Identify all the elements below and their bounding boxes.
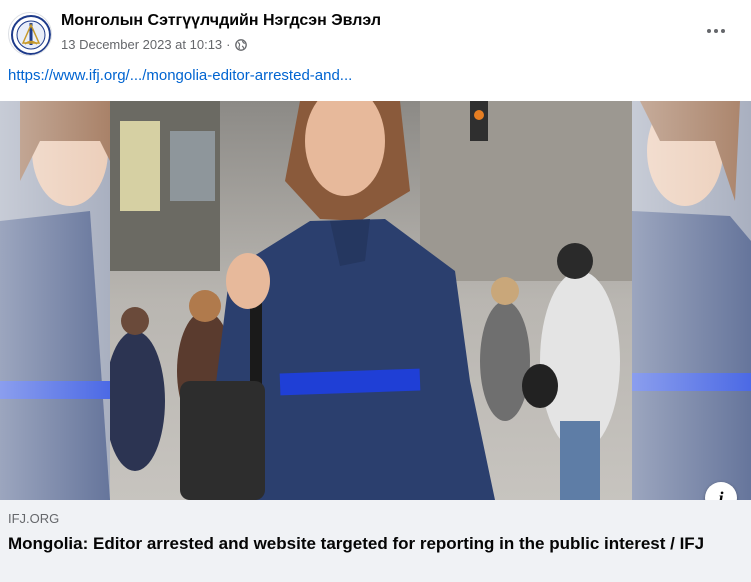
link-title[interactable]: Mongolia: Editor arrested and website ta… [8, 533, 733, 555]
more-options-button[interactable] [701, 18, 731, 44]
globe-icon[interactable] [234, 38, 247, 51]
page-name[interactable]: Монголын Сэтгүүлчдийн Нэгдсэн Эвлэл [61, 12, 381, 30]
meta-separator: · [226, 37, 231, 52]
post-timestamp[interactable]: 13 December 2023 at 10:13 [61, 37, 222, 52]
post-header: Монголын Сэтгүүлчдийн Нэгдсэн Эвлэл 13 D… [0, 0, 751, 64]
link-preview-footer[interactable]: IFJ.ORG Mongolia: Editor arrested and we… [0, 500, 751, 582]
photo-woman-in-deel [0, 101, 751, 500]
page-logo-icon [11, 15, 51, 55]
page-avatar[interactable] [8, 12, 52, 56]
post-link[interactable]: https://www.ifj.org/.../mongolia-editor-… [8, 67, 352, 84]
post-meta: 13 December 2023 at 10:13 · [61, 37, 247, 52]
link-domain: IFJ.ORG [8, 511, 60, 526]
more-options-icon [707, 29, 711, 33]
link-preview-image[interactable] [0, 101, 751, 500]
more-dot [721, 29, 725, 33]
more-dot [714, 29, 718, 33]
